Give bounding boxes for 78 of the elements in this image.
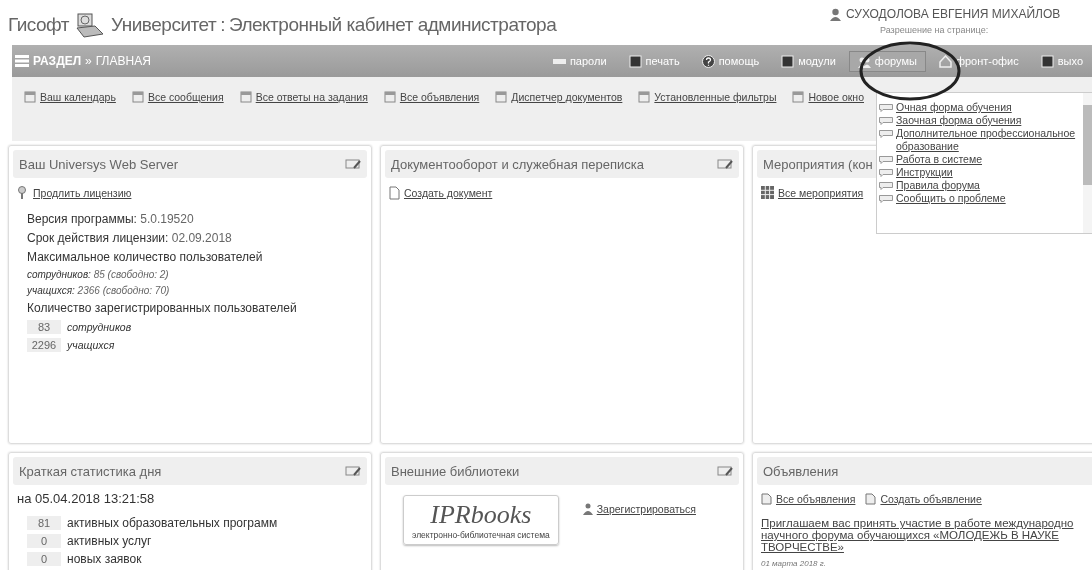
count-label: учащихся	[67, 339, 115, 351]
forum-menu-item[interactable]: Заочная форма обучения	[896, 114, 1022, 127]
max-users-row-text: сотрудников: 85 (свободно: 2)	[27, 269, 170, 280]
toolbar-link[interactable]: Все объявления	[399, 91, 480, 103]
speech-bubble-icon	[879, 130, 893, 138]
count-badge: 83	[27, 320, 61, 334]
panel-title: Внешние библиотеки	[391, 463, 520, 479]
forum-menu-item[interactable]: Очная форма обучения	[896, 101, 1012, 114]
speech-bubble-icon	[879, 104, 893, 112]
version-text: Версия программы: 5.0.19520	[27, 212, 195, 226]
count-badge: 81	[27, 516, 61, 530]
count-badge: 2296	[27, 338, 61, 352]
count-label: активных образовательных программ	[67, 516, 278, 530]
count-badge: 0	[27, 552, 61, 566]
speech-bubble-icon	[879, 195, 893, 203]
house-icon	[938, 54, 952, 68]
page-title: Электронный кабинет администратора	[228, 13, 557, 36]
max-users-label: Максимальное количество пользователей	[27, 250, 264, 264]
count-label: сотрудников	[67, 321, 132, 333]
license-text: Срок действия лицензии: 02.09.2018	[27, 231, 233, 245]
news-date: 01 марта 2018 г.	[761, 559, 827, 568]
speech-bubble-icon	[879, 117, 893, 125]
news-link[interactable]: Приглашаем вас принять участие в работе международно научного форума обучающихся «МОЛОДЕЖЬ В НАУКЕ ТВОРЧЕСТВЕ»	[757, 513, 1092, 557]
speech-bubble-icon	[879, 182, 893, 190]
section-label: РАЗДЕЛ	[33, 54, 82, 68]
toolbar-link[interactable]: Все ответы на задания	[255, 91, 368, 103]
library-logo-card[interactable]: IPRbooks электронно-библиотечная система	[403, 495, 559, 545]
user-icon	[830, 7, 841, 21]
user-name[interactable]: СУХОДОЛОВА ЕВГЕНИЯ МИХАЙЛОВ	[846, 7, 1061, 21]
panel-title: Мероприятия (кон	[763, 156, 873, 172]
calendar-icon	[24, 91, 36, 103]
scrollbar[interactable]	[1083, 93, 1092, 233]
panel-title: Документооборот и служебная переписка	[391, 156, 645, 172]
computer-icon	[75, 11, 106, 38]
count-label: активных услуг	[67, 534, 152, 548]
toolbar-link[interactable]: Установленные фильтры	[654, 91, 777, 103]
library-logo-name: IPRbooks	[430, 500, 532, 530]
toolbar-link[interactable]: Новое окно	[808, 91, 864, 103]
new-document-icon	[865, 493, 877, 505]
forum-menu-item[interactable]: Инструкции	[896, 166, 953, 179]
create-document-link[interactable]: Создать документ	[404, 187, 493, 199]
permission-label: Разрешение на странице:	[880, 25, 989, 35]
renew-license-link[interactable]: Продлить лицензию	[33, 187, 132, 199]
announcement-link[interactable]: Создать объявление	[880, 493, 982, 505]
count-label: новых заявок	[67, 552, 142, 566]
edit-icon[interactable]	[345, 158, 361, 170]
panel-title: Краткая статистика дня	[19, 463, 162, 479]
panel-title: Объявления	[763, 463, 839, 479]
speech-bubble-icon	[879, 169, 893, 177]
all-events-link[interactable]: Все мероприятия	[778, 186, 864, 199]
product-name: Университет	[111, 13, 217, 36]
breadcrumb-separator: »	[85, 54, 92, 68]
edit-icon[interactable]	[345, 465, 361, 477]
stats-date: на 05.04.2018 13:21:58	[17, 491, 156, 506]
edit-icon[interactable]	[717, 465, 733, 477]
toolbar-link[interactable]: Ваш календарь	[40, 91, 116, 103]
max-users-row-text: учащихся: 2366 (свободно: 70)	[27, 285, 171, 296]
breadcrumb-current: ГЛАВНАЯ	[95, 54, 151, 68]
panel-title: Ваш Universys Web Server	[19, 156, 178, 172]
new-document-icon	[389, 186, 400, 200]
library-logo-caption: электронно-библиотечная система	[412, 530, 550, 540]
forum-menu-item[interactable]: Правила форума	[896, 179, 980, 192]
registered-users-label: Количество зарегистрированных пользователей	[27, 301, 298, 315]
toolbar-link[interactable]: Все сообщения	[147, 91, 224, 103]
title-separator: :	[220, 13, 225, 36]
window-icon	[792, 91, 805, 103]
forum-menu-item[interactable]: Дополнительное профессиональное образование	[896, 127, 1083, 153]
person-icon	[582, 503, 593, 515]
announcement-link[interactable]: Все объявления	[776, 493, 856, 505]
toolbar-link[interactable]: Диспетчер документов	[511, 91, 623, 103]
speech-bubble-icon	[879, 156, 893, 164]
forum-menu-item[interactable]: Работа в системе	[896, 153, 982, 166]
edit-icon[interactable]	[717, 158, 733, 170]
forum-menu-item[interactable]: Сообщить о проблеме	[896, 192, 1006, 205]
help-icon	[701, 54, 715, 68]
count-badge: 0	[27, 534, 61, 548]
brand-name: Гисофт	[8, 13, 70, 36]
register-link[interactable]: Зарегистрироваться	[596, 503, 696, 515]
